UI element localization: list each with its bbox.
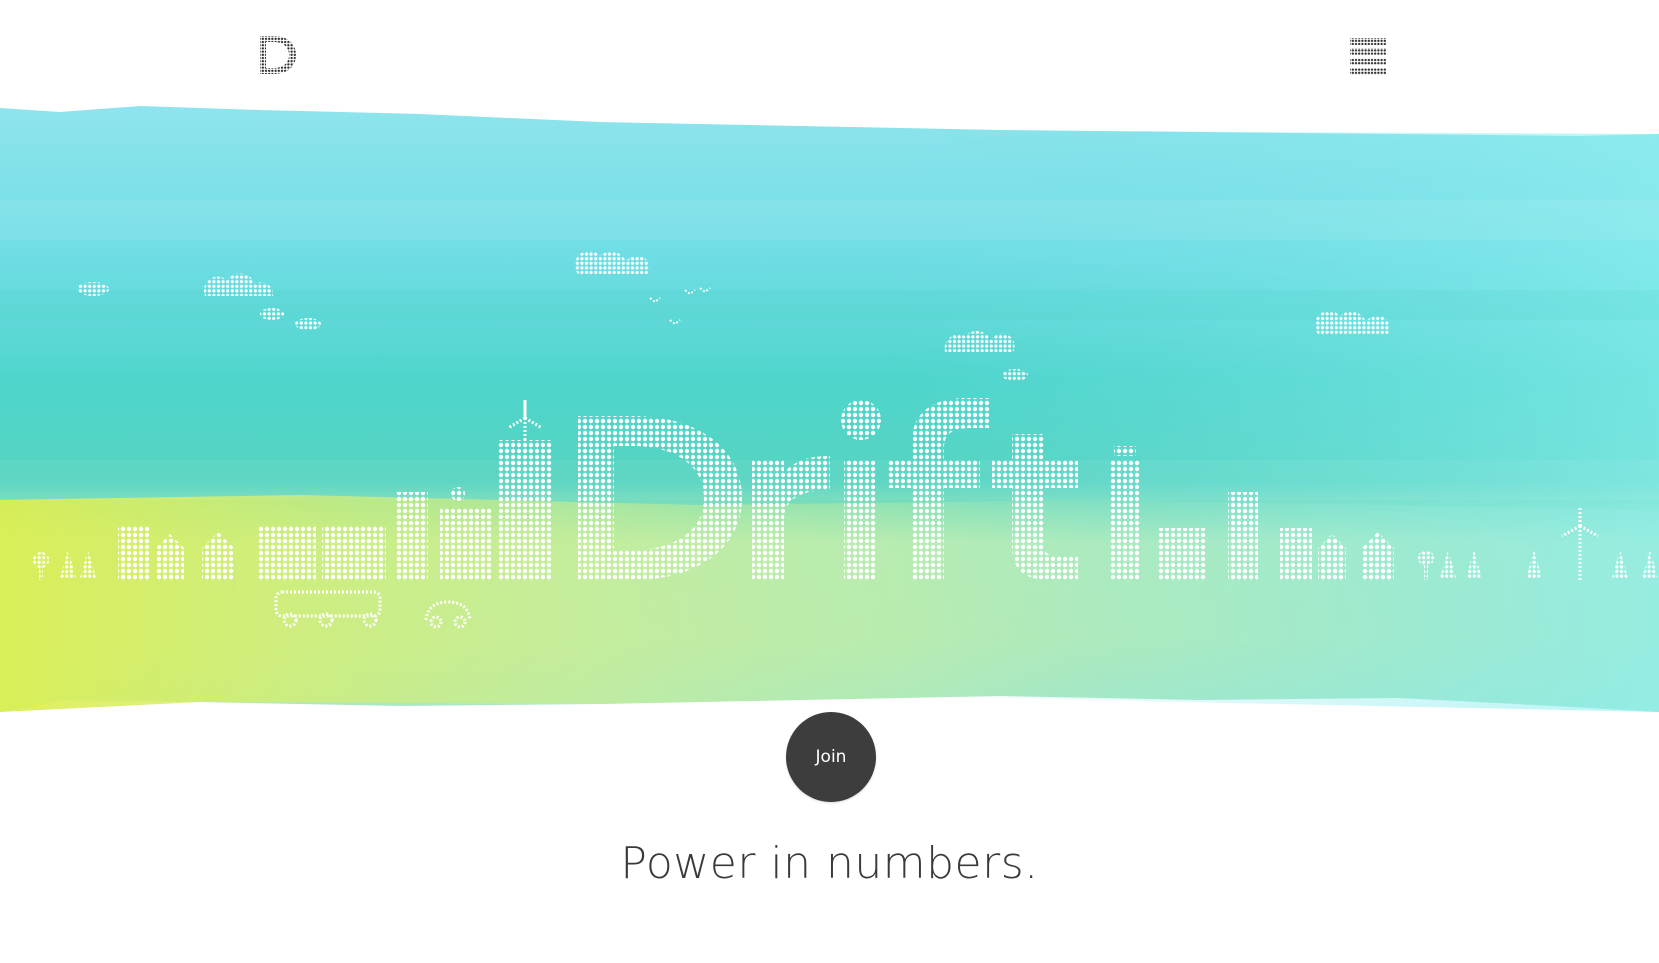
hamburger-menu-icon <box>1350 38 1386 75</box>
logo-icon[interactable] <box>258 34 298 76</box>
dotted-d-logo-icon <box>260 36 296 74</box>
menu-button[interactable] <box>1348 36 1388 78</box>
hero-banner <box>0 100 1659 760</box>
join-button[interactable]: Join <box>786 712 876 802</box>
site-header <box>0 0 1659 105</box>
tagline: Power in numbers. <box>620 838 1039 889</box>
city-skyline-illustration <box>0 106 1659 712</box>
